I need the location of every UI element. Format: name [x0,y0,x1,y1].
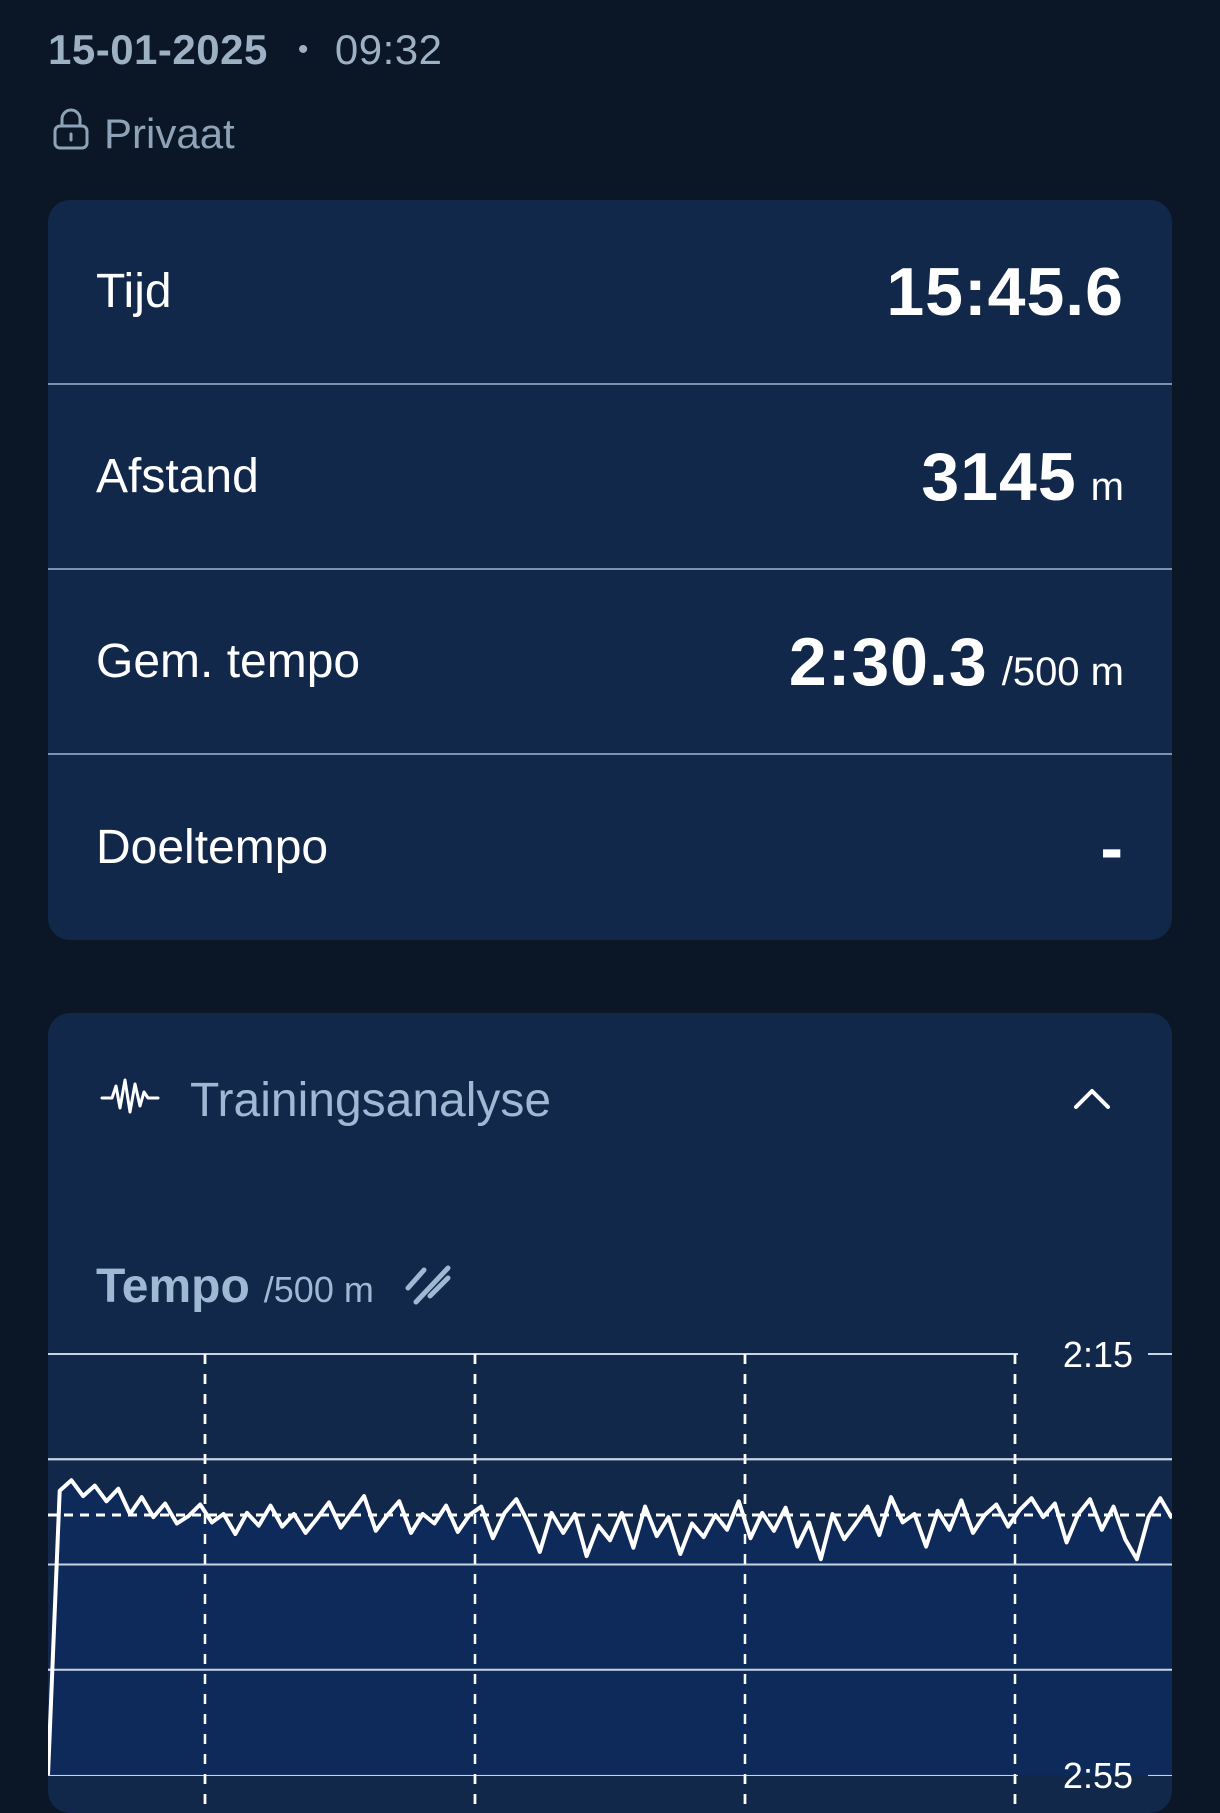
stat-row-time: Tijd 15:45.6 [48,200,1172,385]
stat-row-target-pace: Doeltempo - [48,755,1172,940]
stat-row-avg-pace: Gem. tempo 2:30.3 /500 m [48,570,1172,755]
chart-unit: /500 m [263,1269,374,1310]
stat-label: Afstand [96,450,259,503]
training-analysis-card: Trainingsanalyse Tempo /500 m 2:15 2:55 [48,1013,1172,1813]
session-time: 09:32 [334,26,443,73]
activity-wave-icon [100,1073,160,1128]
tempo-chart-header: Tempo /500 m [96,1259,452,1314]
privacy-indicator[interactable]: Privaat [52,108,235,160]
stat-label: Doeltempo [96,821,329,874]
chart-title: Tempo [96,1260,250,1313]
stat-row-distance: Afstand 3145 m [48,385,1172,570]
session-meta: 15-01-2025 • 09:32 [48,26,442,74]
y-tick-label: 2:55 [1063,1755,1133,1796]
stat-value: - [1100,809,1124,886]
stat-value: 15:45.6 [886,253,1124,330]
stat-unit: /500 m [1001,649,1124,694]
stat-label: Tijd [96,265,172,318]
meta-separator: • [297,33,309,66]
chevron-up-icon[interactable] [1072,1085,1112,1116]
tempo-area [48,1480,1172,1775]
y-tick-label: 2:15 [1063,1334,1133,1375]
stat-label: Gem. tempo [96,635,361,688]
session-date: 15-01-2025 [48,26,268,73]
analysis-title: Trainingsanalyse [190,1074,552,1127]
stat-value: 3145 [921,438,1077,515]
stats-card: Tijd 15:45.6 Afstand 3145 m Gem. tempo 2… [48,200,1172,940]
analysis-header[interactable]: Trainingsanalyse [100,1073,1112,1128]
stat-value: 2:30.3 [788,623,988,700]
tempo-chart: 2:15 2:55 [48,1334,1172,1813]
privacy-label: Privaat [104,110,235,157]
trend-toggle-icon[interactable] [404,1262,452,1311]
lock-icon [52,108,90,160]
stat-unit: m [1090,464,1124,509]
